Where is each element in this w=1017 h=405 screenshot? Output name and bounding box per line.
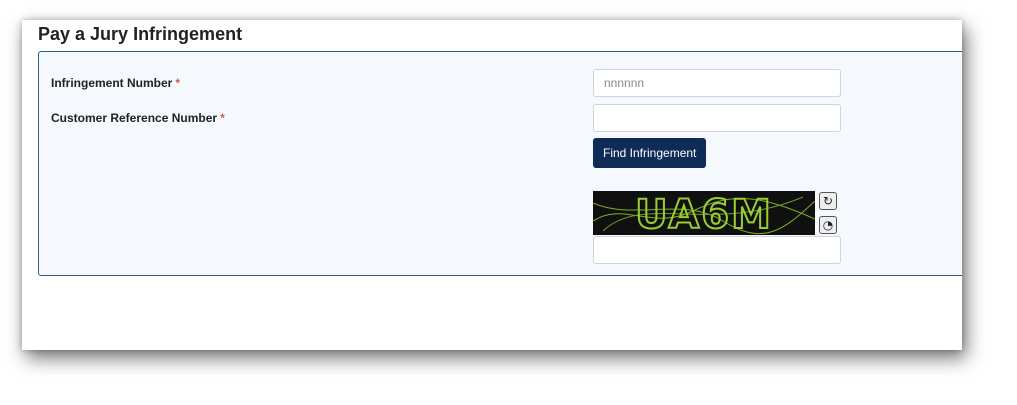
captcha-image: UA6M: [593, 191, 815, 235]
refresh-icon[interactable]: ↻: [819, 192, 837, 210]
captcha-text: UA6M: [635, 192, 773, 235]
captcha-input[interactable]: [593, 236, 841, 264]
required-marker: *: [220, 111, 225, 125]
infringement-number-label: Infringement Number *: [51, 76, 180, 90]
page-card: Pay a Jury Infringement Infringement Num…: [22, 20, 962, 350]
required-marker: *: [175, 76, 181, 90]
infringement-number-input[interactable]: [593, 69, 841, 97]
infringement-number-label-text: Infringement Number: [51, 76, 173, 90]
customer-reference-label: Customer Reference Number *: [51, 111, 225, 125]
captcha-graphic: UA6M: [593, 191, 815, 235]
customer-reference-input[interactable]: [593, 104, 841, 132]
page-title: Pay a Jury Infringement: [38, 24, 243, 44]
form-panel: Infringement Number* Customer Reference …: [38, 51, 962, 276]
find-infringement-button[interactable]: Find Infringement: [593, 138, 707, 168]
customer-reference-label-text: Customer Reference Number: [51, 111, 218, 125]
audio-icon[interactable]: ◔: [819, 216, 837, 234]
